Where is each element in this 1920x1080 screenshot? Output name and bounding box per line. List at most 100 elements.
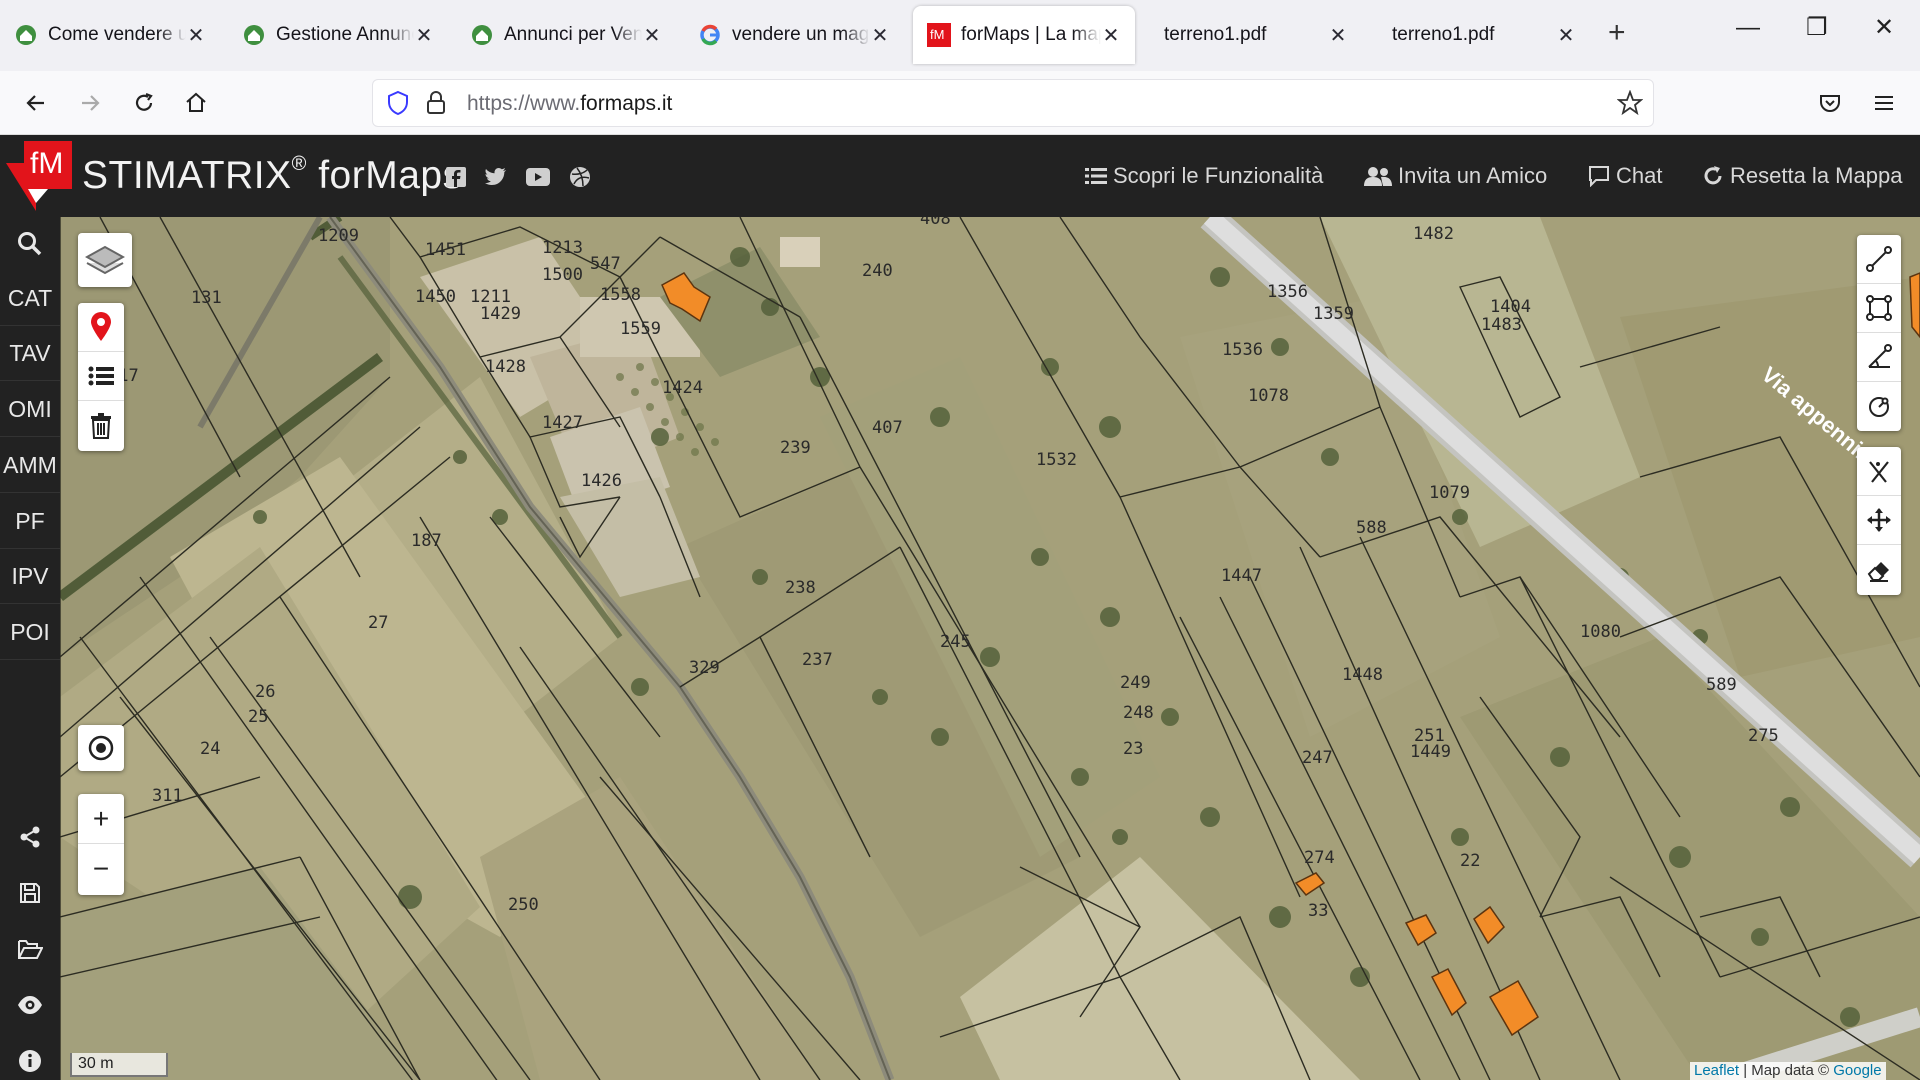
close-icon[interactable]: ✕	[870, 23, 890, 48]
browser-tab[interactable]: Gestione Annunci ✕	[228, 6, 448, 64]
cut-tool-button[interactable]	[1857, 447, 1901, 496]
youtube-icon[interactable]	[526, 165, 550, 189]
eye-icon[interactable]	[0, 980, 60, 1030]
sidebar-item-omi[interactable]: OMI	[0, 383, 60, 437]
parcel-label: 1449	[1410, 742, 1451, 762]
dribbble-icon[interactable]	[568, 165, 592, 189]
folder-open-icon[interactable]	[0, 924, 60, 974]
url-bar[interactable]: https://www.formaps.it	[372, 79, 1654, 127]
share-icon[interactable]	[0, 812, 60, 862]
sidebar-item-amm[interactable]: AMM	[0, 439, 60, 493]
layers-button[interactable]	[78, 233, 132, 287]
browser-tab-active[interactable]: fM forMaps | La mapp ✕	[913, 6, 1135, 64]
close-icon[interactable]: ✕	[1101, 23, 1121, 48]
polyline-icon	[1866, 246, 1892, 272]
lock-icon[interactable]	[425, 90, 447, 121]
satellite-map[interactable]: 12091451 12135474081482131 1450 12111500155…	[60, 217, 1920, 1080]
draw-tools	[1857, 235, 1901, 431]
invite-friend-link[interactable]: Invita un Amico	[1364, 163, 1547, 189]
close-icon[interactable]: ✕	[414, 23, 434, 48]
parcel-label: 589	[1706, 675, 1737, 695]
minimize-button[interactable]: —	[1736, 16, 1760, 40]
parcel-label: 237	[802, 650, 833, 670]
parcel-label: 1558	[600, 285, 641, 305]
leaflet-link[interactable]: Leaflet	[1694, 1062, 1739, 1079]
parcel-label: 407	[872, 418, 903, 438]
browser-tab[interactable]: Annunci per Vend ✕	[456, 6, 676, 64]
zoom-out-button[interactable]: −	[78, 844, 124, 894]
close-icon[interactable]: ✕	[642, 23, 662, 48]
parcel-label: 1448	[1342, 665, 1383, 685]
reset-map-link[interactable]: Resetta la Mappa	[1702, 163, 1902, 189]
browser-tab[interactable]: Come vendere un ✕	[0, 6, 220, 64]
close-icon[interactable]: ✕	[1556, 23, 1576, 48]
browser-tab[interactable]: terreno1.pdf ✕	[1142, 6, 1362, 64]
delete-button[interactable]	[78, 401, 124, 450]
close-icon[interactable]: ✕	[186, 23, 206, 48]
left-sidebar: CAT TAV OMI AMM PF IPV POI	[0, 217, 60, 1080]
tab-title: terreno1.pdf	[1392, 24, 1495, 45]
parcel-label: 1427	[542, 413, 583, 433]
draw-polygon-button[interactable]	[1857, 284, 1901, 333]
zoom-in-button[interactable]: +	[78, 794, 124, 844]
url-text[interactable]: https://www.formaps.it	[467, 92, 672, 116]
search-icon[interactable]	[0, 219, 60, 269]
info-icon[interactable]	[0, 1036, 60, 1080]
list-button[interactable]	[78, 352, 124, 401]
draw-angle-button[interactable]	[1857, 333, 1901, 382]
parcel-label: 275	[1748, 726, 1779, 746]
parcel-label: 1213	[542, 238, 583, 258]
formaps-logo[interactable]: fM	[6, 141, 72, 211]
browser-tab[interactable]: terreno1.pdf ✕	[1370, 6, 1590, 64]
chat-link[interactable]: Chat	[1588, 163, 1662, 189]
parcel-label: 131	[191, 288, 222, 308]
parcel-label: 187	[411, 531, 442, 551]
sidebar-item-ipv[interactable]: IPV	[0, 550, 60, 604]
chat-bubble-icon	[1589, 166, 1609, 187]
close-icon[interactable]: ✕	[1328, 23, 1348, 48]
parcel-label: 1536	[1222, 340, 1263, 360]
shield-icon[interactable]	[385, 90, 411, 121]
parcel-label: 329	[689, 658, 720, 678]
twitter-icon[interactable]	[484, 165, 508, 189]
google-link[interactable]: Google	[1833, 1062, 1881, 1079]
move-tool-button[interactable]	[1857, 496, 1901, 545]
map-marker-button[interactable]	[78, 303, 124, 352]
pocket-icon[interactable]	[1812, 85, 1848, 121]
parcel-label: 1450	[415, 287, 456, 307]
draw-line-button[interactable]	[1857, 235, 1901, 284]
window-close-button[interactable]: ✕	[1874, 16, 1894, 40]
trash-icon	[91, 412, 111, 439]
tab-title: Gestione Annunci	[276, 24, 414, 45]
parcel-label: 311	[152, 786, 183, 806]
parcel-label: 1500	[542, 265, 583, 285]
new-tab-button[interactable]: +	[1608, 18, 1626, 48]
bookmark-star-icon[interactable]	[1616, 89, 1644, 121]
features-link[interactable]: Scopri le Funzionalità	[1085, 163, 1323, 189]
hamburger-menu-icon[interactable]	[1866, 85, 1902, 121]
eraser-icon	[1867, 561, 1889, 582]
forward-arrow-icon[interactable]	[72, 85, 108, 121]
move-icon	[1867, 508, 1891, 532]
sidebar-item-poi[interactable]: POI	[0, 606, 60, 660]
parcel-label: 1426	[581, 471, 622, 491]
edit-tools	[1857, 447, 1901, 595]
back-arrow-icon[interactable]	[18, 85, 54, 121]
sidebar-item-pf[interactable]: PF	[0, 495, 60, 549]
draw-circle-button[interactable]	[1857, 382, 1901, 431]
save-icon[interactable]	[0, 868, 60, 918]
parcel-label: 1359	[1313, 304, 1354, 324]
map-canvas[interactable]: 1209 1451 1213 547 408 1482 131 1450 1211 1500 155…	[60, 217, 1920, 1080]
locate-button[interactable]	[78, 725, 124, 771]
browser-tab[interactable]: vendere un magaz ✕	[684, 6, 904, 64]
sidebar-item-tav[interactable]: TAV	[0, 327, 60, 381]
parcel-label: 239	[780, 438, 811, 458]
sidebar-item-cat[interactable]: CAT	[0, 272, 60, 326]
facebook-icon[interactable]	[444, 165, 468, 189]
parcel-label: 588	[1356, 518, 1387, 538]
restore-button[interactable]: ❐	[1806, 16, 1828, 40]
home-icon[interactable]	[178, 85, 214, 121]
erase-tool-button[interactable]	[1857, 545, 1901, 594]
tab-title: vendere un magaz	[732, 24, 870, 45]
reload-icon[interactable]	[126, 85, 162, 121]
